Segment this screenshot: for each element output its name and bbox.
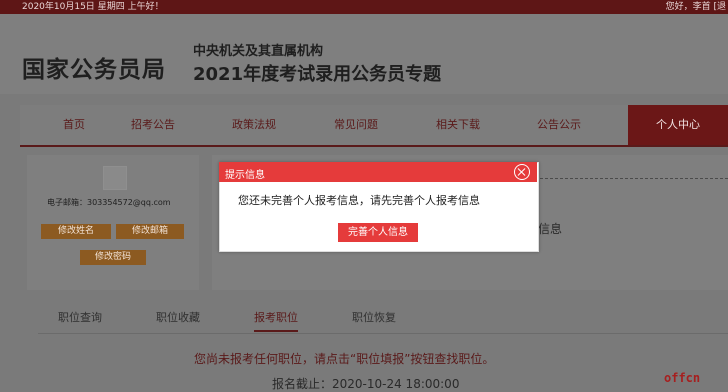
dialog-header	[219, 162, 537, 182]
close-icon[interactable]	[514, 164, 530, 180]
user-greeting: 您好，李首	[665, 2, 711, 12]
nav-policies[interactable]: 政策法规	[214, 105, 294, 145]
greeting-text: 上午好！	[127, 2, 164, 12]
date-text: 2020年10月15日	[22, 2, 95, 12]
tab-applied-positions[interactable]: 报考职位	[254, 309, 298, 332]
watermark-logo: offcn	[664, 371, 701, 385]
logout-link[interactable]: [退	[713, 2, 726, 12]
header-subtitle-2: 2021年度考试录用公务员专题	[193, 64, 442, 85]
complete-info-button[interactable]: 完善个人信息	[338, 223, 418, 242]
tab-position-favorites[interactable]: 职位收藏	[156, 309, 200, 325]
avatar	[103, 166, 127, 190]
main-nav: 首页 招考公告 政策法规 常见问题 相关下载 公告公示 个人中心	[20, 105, 728, 145]
nav-underline	[20, 145, 728, 147]
user-email: 电子邮箱：303354572@qq.com	[47, 198, 171, 207]
header-subtitle-1: 中央机关及其直属机构	[193, 44, 324, 59]
edit-name-button[interactable]: 修改姓名	[41, 224, 111, 239]
top-status-bar: 2020年10月15日 星期四 上午好！ 您好，李首 [退	[0, 0, 728, 14]
user-links: 您好，李首 [退	[666, 0, 726, 14]
nav-personal-center[interactable]: 个人中心	[628, 105, 728, 145]
tab-position-search[interactable]: 职位查询	[58, 309, 102, 325]
weekday-text: 星期四	[97, 2, 125, 12]
no-application-notice: 您尚未报考任何职位，请点击“职位填报”按钮查找职位。	[194, 352, 495, 366]
info-panel-text: 信息	[538, 222, 563, 236]
nav-downloads[interactable]: 相关下载	[418, 105, 498, 145]
dialog-title: 提示信息	[225, 170, 265, 181]
date-greeting: 2020年10月15日 星期四 上午好！	[22, 0, 164, 14]
edit-password-button[interactable]: 修改密码	[80, 250, 146, 265]
dashed-divider	[520, 178, 728, 179]
nav-home[interactable]: 首页	[34, 105, 114, 145]
nav-faq[interactable]: 常见问题	[316, 105, 396, 145]
site-logo[interactable]: 国家公务员局	[22, 50, 166, 84]
nav-announcements[interactable]: 招考公告	[113, 105, 193, 145]
nav-notices[interactable]: 公告公示	[519, 105, 599, 145]
tab-position-restore[interactable]: 职位恢复	[352, 309, 396, 325]
edit-email-button[interactable]: 修改邮箱	[116, 224, 184, 239]
dialog-message: 您还未完善个人报考信息，请先完善个人报考信息	[238, 194, 480, 207]
deadline-text: 报名截止：2020-10-24 18:00:00	[272, 377, 460, 391]
position-tabs: 职位查询 职位收藏 报考职位 职位恢复	[38, 309, 728, 334]
tabs-divider	[38, 333, 728, 334]
